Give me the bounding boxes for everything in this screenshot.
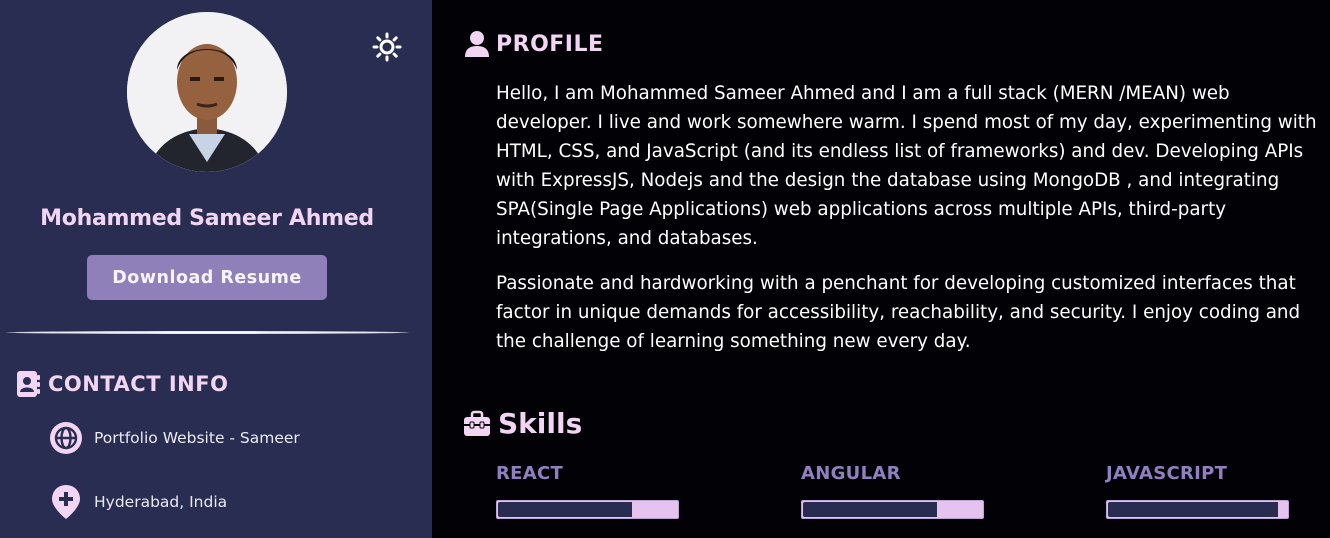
skill-progress-fill <box>1108 502 1278 517</box>
profile-name: Mohammed Sameer Ahmed <box>40 206 374 231</box>
location-text: Hyderabad, India <box>94 493 228 511</box>
main-content: PROFILE Hello, I am Mohammed Sameer Ahme… <box>432 0 1330 538</box>
portfolio-link[interactable]: Portfolio Website - Sameer <box>94 429 300 447</box>
toolbox-icon <box>464 410 490 436</box>
theme-toggle-button[interactable] <box>370 30 404 64</box>
sun-icon <box>372 32 402 62</box>
skill-progress-bar <box>801 500 984 519</box>
location-pin-icon <box>48 484 84 520</box>
skills-heading: Skills <box>462 407 582 440</box>
profile-paragraph-2: Passionate and hardworking with a pencha… <box>496 273 1301 352</box>
sidebar: Mohammed Sameer Ahmed Download Resume CO… <box>0 0 432 538</box>
skill-progress-fill <box>803 502 937 517</box>
skill-react: REACT <box>496 463 679 519</box>
contact-info-heading: CONTACT INFO <box>16 370 228 398</box>
profile-paragraph-1: Hello, I am Mohammed Sameer Ahmed and I … <box>496 83 1317 249</box>
skill-angular: ANGULAR <box>801 463 984 519</box>
skill-progress-bar <box>1106 500 1289 519</box>
user-icon <box>465 31 489 57</box>
resume-page: Mohammed Sameer Ahmed Download Resume CO… <box>0 0 1330 538</box>
skill-label: JAVASCRIPT <box>1106 463 1228 484</box>
skill-progress-fill <box>498 502 632 517</box>
contact-item-location: Hyderabad, India <box>48 484 227 520</box>
download-resume-button[interactable]: Download Resume <box>87 255 327 300</box>
globe-icon <box>48 420 84 456</box>
avatar <box>127 12 287 172</box>
address-book-icon <box>17 371 40 397</box>
contact-info-label: CONTACT INFO <box>48 372 229 396</box>
skills-label: Skills <box>498 407 583 440</box>
divider <box>6 331 409 334</box>
contact-item-portfolio[interactable]: Portfolio Website - Sameer <box>48 420 300 456</box>
skill-javascript: JAVASCRIPT <box>1106 463 1289 519</box>
skill-label: REACT <box>496 463 564 484</box>
profile-heading: PROFILE <box>464 30 604 58</box>
profile-label: PROFILE <box>496 31 604 57</box>
skill-label: ANGULAR <box>801 463 901 484</box>
skill-progress-bar <box>496 500 679 519</box>
